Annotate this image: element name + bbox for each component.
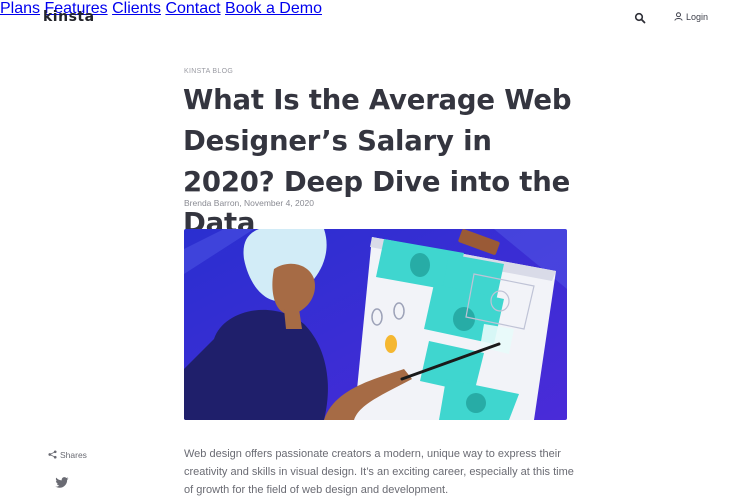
nav-contact[interactable]: Contact [165,0,220,17]
login-label: Login [686,12,709,22]
shares-label: Shares [60,450,87,460]
blog-category-label[interactable]: KINSTA BLOG [184,68,233,75]
nav-plans[interactable]: Plans [0,0,40,17]
article-title: What Is the Average Web Designer’s Salar… [183,84,572,239]
article-intro: Web design offers passionate creators a … [184,448,574,496]
twitter-icon[interactable] [55,476,69,490]
login-button[interactable]: Login [674,12,708,22]
article-byline: Brenda Barron, November 4, 2020 [184,198,314,208]
kinsta-logo[interactable]: kinsta [43,9,95,25]
site-header: kinsta Plans Features Clients Contact Bo… [0,0,750,40]
shares-counter[interactable]: Shares [48,450,87,460]
nav-clients[interactable]: Clients [112,0,161,17]
user-icon [674,12,683,21]
hero-illustration [184,229,567,420]
share-icon [48,450,57,459]
nav-book-a-demo[interactable]: Book a Demo [225,0,322,17]
search-icon[interactable] [634,11,648,25]
